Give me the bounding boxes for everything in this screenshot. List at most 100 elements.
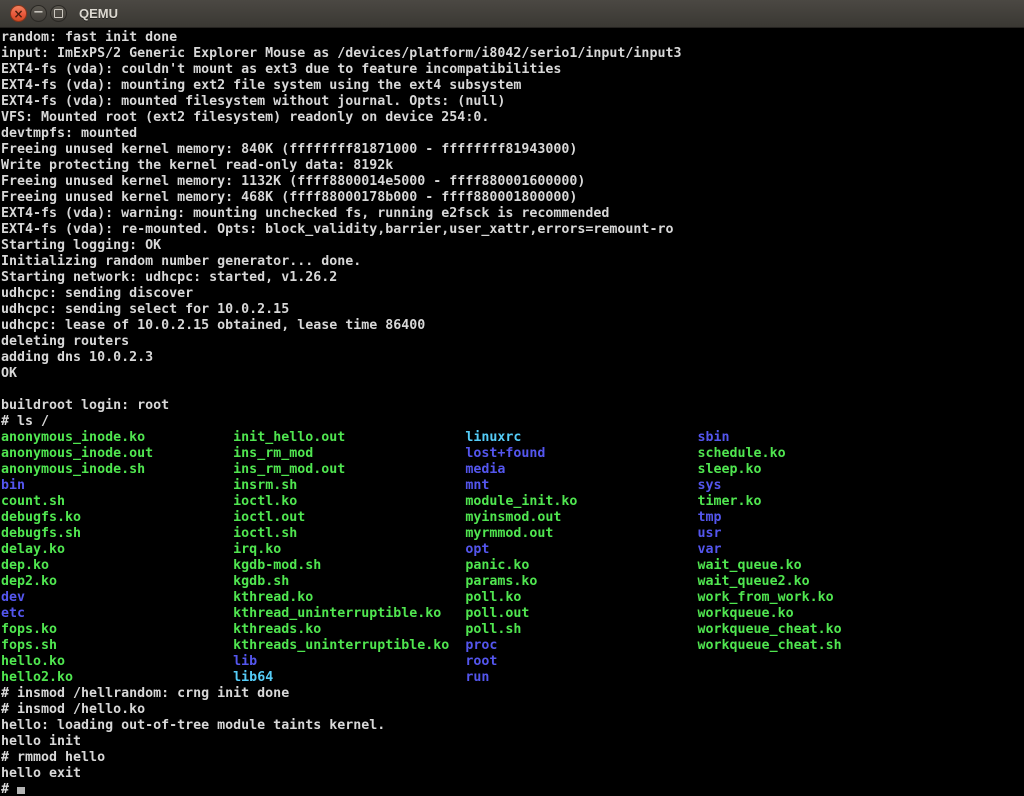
terminal-line: bin insrm.sh mnt sys [1, 478, 1024, 494]
ls-entry: proc [465, 638, 497, 653]
ls-entry: hello.ko [1, 654, 65, 669]
ls-entry: fops.sh [1, 638, 57, 653]
ls-entry: lost+found [465, 446, 545, 461]
ls-entry: poll.ko [465, 590, 521, 605]
terminal-screen[interactable]: random: fast init doneinput: ImExPS/2 Ge… [0, 28, 1024, 796]
terminal-line: fops.sh kthreads_uninterruptible.ko proc… [1, 638, 1024, 654]
terminal-line: VFS: Mounted root (ext2 filesystem) read… [1, 110, 1024, 126]
terminal-line: debugfs.ko ioctl.out myinsmod.out tmp [1, 510, 1024, 526]
terminal-line: input: ImExPS/2 Generic Explorer Mouse a… [1, 46, 1024, 62]
terminal-line: EXT4-fs (vda): mounting ext2 file system… [1, 78, 1024, 94]
ls-entry: debugfs.ko [1, 510, 81, 525]
qemu-window: × − QEMU random: fast init doneinput: Im… [0, 0, 1024, 796]
terminal-line: Freeing unused kernel memory: 468K (ffff… [1, 190, 1024, 206]
ls-entry: debugfs.sh [1, 526, 81, 541]
ls-entry: delay.ko [1, 542, 65, 557]
terminal-line [1, 382, 1024, 398]
terminal-line: deleting routers [1, 334, 1024, 350]
titlebar[interactable]: × − QEMU [0, 0, 1024, 28]
ls-entry: myinsmod.out [465, 510, 561, 525]
terminal-line: udhcpc: lease of 10.0.2.15 obtained, lea… [1, 318, 1024, 334]
terminal-line: # rmmod hello [1, 750, 1024, 766]
ls-entry: schedule.ko [698, 446, 786, 461]
ls-entry: root [465, 654, 497, 669]
ls-entry: timer.ko [698, 494, 762, 509]
terminal-line: hello exit [1, 766, 1024, 782]
ls-entry: work_from_work.ko [698, 590, 834, 605]
terminal-line: Freeing unused kernel memory: 1132K (fff… [1, 174, 1024, 190]
ls-entry: sys [698, 478, 722, 493]
ls-entry: kgdb-mod.sh [233, 558, 321, 573]
ls-entry: ioctl.out [233, 510, 305, 525]
ls-entry: hello2.ko [1, 670, 73, 685]
terminal-line: fops.ko kthreads.ko poll.sh workqueue_ch… [1, 622, 1024, 638]
minimize-button[interactable]: − [30, 5, 47, 22]
ls-entry: etc [1, 606, 25, 621]
terminal-line: debugfs.sh ioctl.sh myrmmod.out usr [1, 526, 1024, 542]
ls-entry: ins_rm_mod [233, 446, 313, 461]
ls-entry: workqueue_cheat.ko [698, 622, 842, 637]
ls-entry: ioctl.ko [233, 494, 297, 509]
terminal-line: anonymous_inode.sh ins_rm_mod.out media … [1, 462, 1024, 478]
terminal-line: hello2.ko lib64 run [1, 670, 1024, 686]
ls-entry: workqueue_cheat.sh [698, 638, 842, 653]
maximize-icon [54, 9, 63, 18]
terminal-cursor [17, 787, 25, 794]
ls-entry: dev [1, 590, 25, 605]
terminal-line: # insmod /hello.ko [1, 702, 1024, 718]
terminal-line: # ls / [1, 414, 1024, 430]
ls-entry: var [698, 542, 722, 557]
terminal-line: OK [1, 366, 1024, 382]
terminal-line: Starting network: udhcpc: started, v1.26… [1, 270, 1024, 286]
terminal-line: Starting logging: OK [1, 238, 1024, 254]
ls-entry: workqueue.ko [698, 606, 794, 621]
terminal-line: adding dns 10.0.2.3 [1, 350, 1024, 366]
terminal-line: Write protecting the kernel read-only da… [1, 158, 1024, 174]
ls-entry: anonymous_inode.ko [1, 430, 145, 445]
minimize-icon: − [33, 6, 44, 22]
ls-entry: count.sh [1, 494, 65, 509]
ls-entry: mnt [465, 478, 489, 493]
close-button[interactable]: × [10, 5, 27, 22]
ls-entry: lib64 [233, 670, 273, 685]
ls-entry: sleep.ko [698, 462, 762, 477]
terminal-line: anonymous_inode.out ins_rm_mod lost+foun… [1, 446, 1024, 462]
terminal-line: random: fast init done [1, 30, 1024, 46]
ls-entry: linuxrc [465, 430, 521, 445]
close-icon: × [13, 8, 23, 20]
terminal-line: EXT4-fs (vda): warning: mounting uncheck… [1, 206, 1024, 222]
ls-entry: sbin [698, 430, 730, 445]
ls-entry: wait_queue.ko [698, 558, 802, 573]
terminal-line: dep.ko kgdb-mod.sh panic.ko wait_queue.k… [1, 558, 1024, 574]
ls-entry: dep2.ko [1, 574, 57, 589]
terminal-line: udhcpc: sending select for 10.0.2.15 [1, 302, 1024, 318]
terminal-line: Initializing random number generator... … [1, 254, 1024, 270]
ls-entry: poll.sh [465, 622, 521, 637]
ls-entry: poll.out [465, 606, 529, 621]
terminal-line: EXT4-fs (vda): re-mounted. Opts: block_v… [1, 222, 1024, 238]
ls-entry: anonymous_inode.out [1, 446, 153, 461]
terminal-line: count.sh ioctl.ko module_init.ko timer.k… [1, 494, 1024, 510]
ls-entry: ioctl.sh [233, 526, 297, 541]
terminal-line: Freeing unused kernel memory: 840K (ffff… [1, 142, 1024, 158]
ls-entry: media [465, 462, 505, 477]
ls-entry: kgdb.sh [233, 574, 289, 589]
ls-entry: kthreads.ko [233, 622, 321, 637]
ls-entry: irq.ko [233, 542, 281, 557]
terminal-line: hello.ko lib root [1, 654, 1024, 670]
terminal-line: anonymous_inode.ko init_hello.out linuxr… [1, 430, 1024, 446]
ls-entry: insrm.sh [233, 478, 297, 493]
ls-entry: lib [233, 654, 257, 669]
window-title: QEMU [79, 6, 118, 21]
ls-entry: bin [1, 478, 25, 493]
terminal-line: dep2.ko kgdb.sh params.ko wait_queue2.ko [1, 574, 1024, 590]
ls-entry: kthread_uninterruptible.ko [233, 606, 441, 621]
terminal-line: delay.ko irq.ko opt var [1, 542, 1024, 558]
ls-entry: myrmmod.out [465, 526, 553, 541]
ls-entry: dep.ko [1, 558, 49, 573]
terminal-line: # insmod /hellrandom: crng init done [1, 686, 1024, 702]
ls-entry: module_init.ko [465, 494, 577, 509]
ls-entry: fops.ko [1, 622, 57, 637]
terminal-line: udhcpc: sending discover [1, 286, 1024, 302]
maximize-button[interactable] [50, 5, 67, 22]
